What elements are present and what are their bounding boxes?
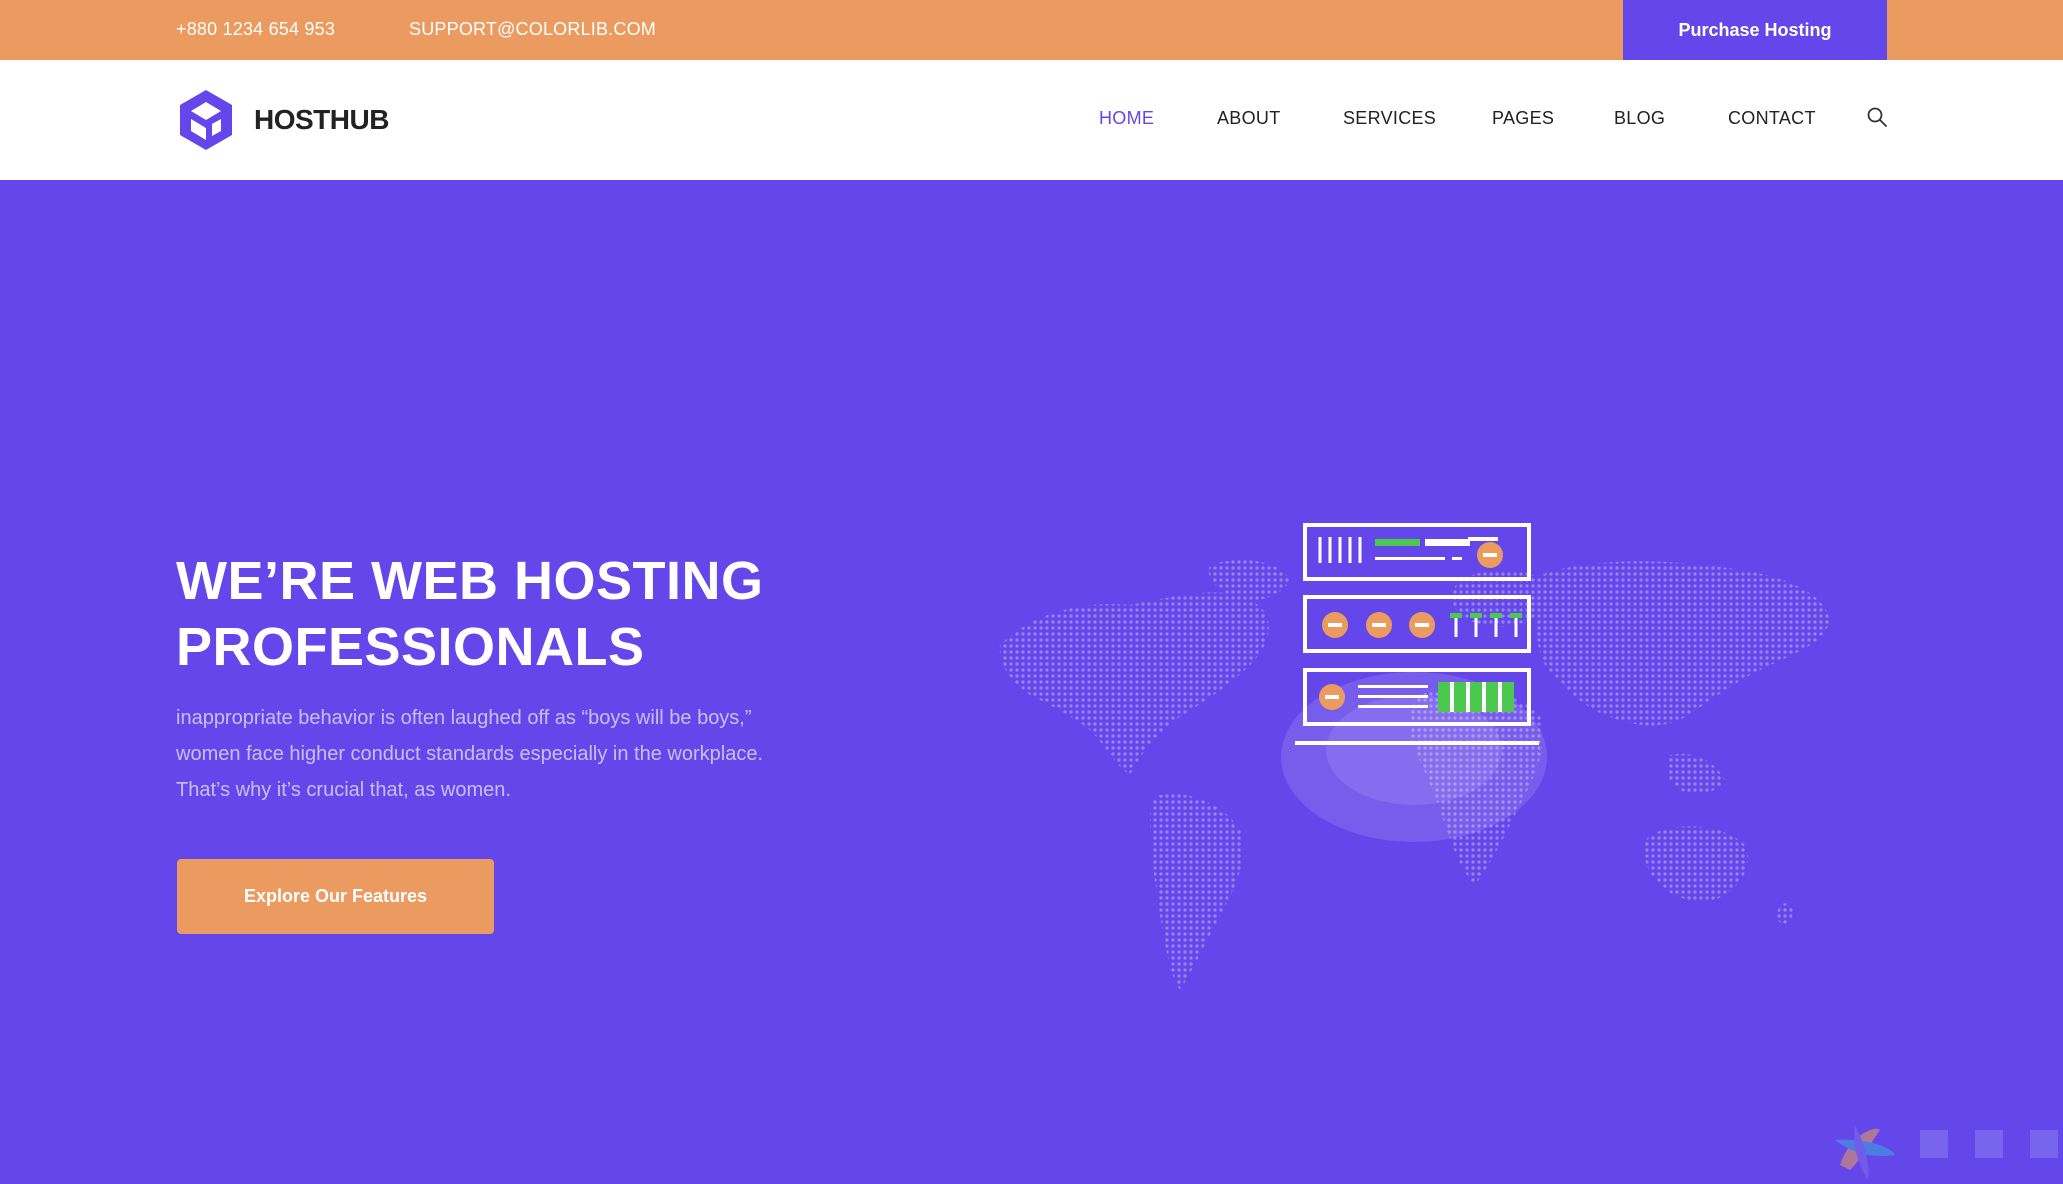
logo-icon: [180, 90, 232, 150]
hero-description: inappropriate behavior is often laughed …: [176, 707, 763, 801]
search-icon[interactable]: [1866, 106, 1888, 128]
hero-title: WE’RE WEB HOSTING PROFESSIONALS: [176, 548, 876, 680]
explore-features-button[interactable]: Explore Our Features: [177, 859, 494, 934]
brand-name: HOSTHUB: [254, 104, 389, 135]
server-world-map-illustration: [999, 523, 1830, 990]
nav-services[interactable]: SERVICES: [1343, 108, 1436, 129]
nav-contact[interactable]: CONTACT: [1728, 108, 1816, 129]
hero-title-line-2: PROFESSIONALS: [176, 617, 645, 677]
top-bar: +880 1234 654 953 SUPPORT@COLORLIB.COM P…: [0, 0, 2063, 60]
nav-blog[interactable]: BLOG: [1614, 108, 1665, 129]
nav-home[interactable]: HOME: [1099, 108, 1154, 129]
hero-title-line-1: WE’RE WEB HOSTING: [176, 551, 764, 611]
watermark-logo: [1835, 1125, 2058, 1180]
brand-logo[interactable]: HOSTHUB: [176, 88, 389, 152]
main-header: HOSTHUB HOME ABOUT SERVICES PAGES BLOG C…: [0, 60, 2063, 180]
nav-pages[interactable]: PAGES: [1492, 108, 1554, 129]
nav-about[interactable]: ABOUT: [1217, 108, 1281, 129]
purchase-hosting-button[interactable]: Purchase Hosting: [1623, 0, 1887, 60]
phone-number[interactable]: +880 1234 654 953: [176, 19, 335, 40]
support-email[interactable]: SUPPORT@COLORLIB.COM: [409, 19, 656, 40]
